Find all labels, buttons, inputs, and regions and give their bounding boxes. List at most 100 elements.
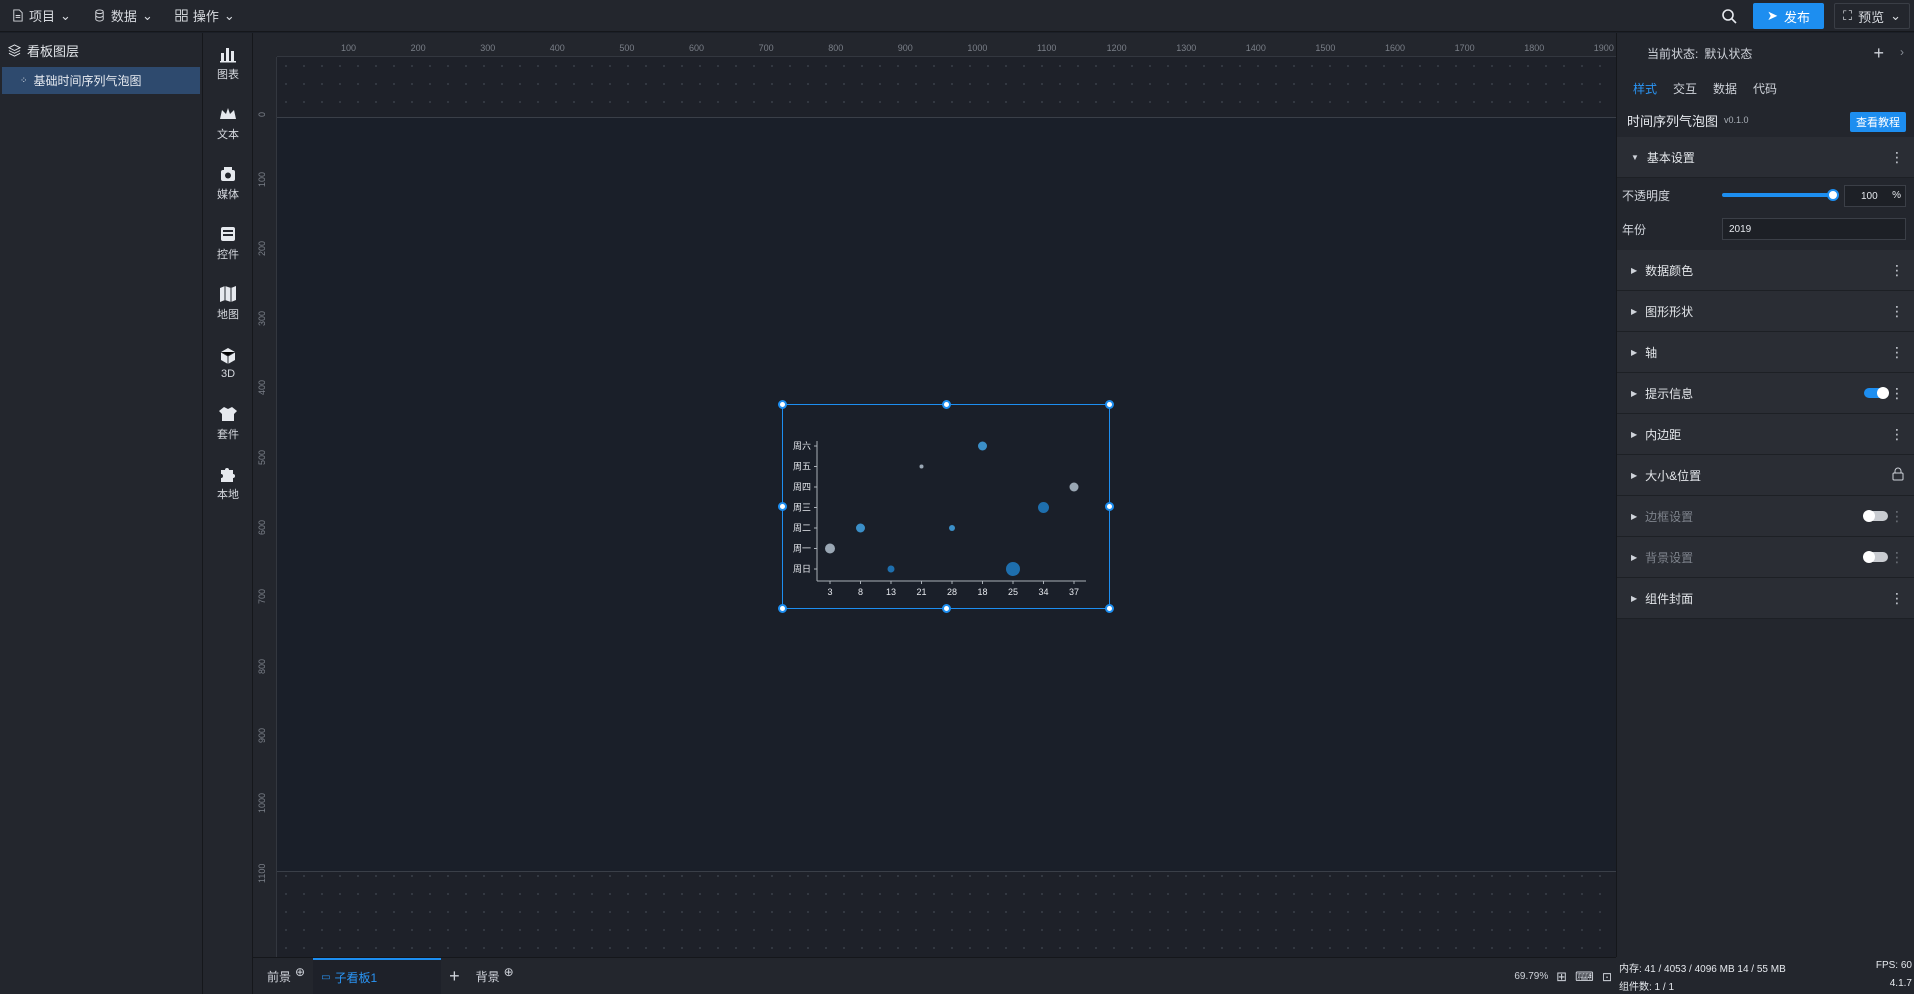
menu-label: 项目	[29, 9, 56, 24]
tutorial-button[interactable]: 查看教程	[1850, 112, 1906, 132]
tab-code[interactable]: 代码	[1753, 80, 1777, 97]
tool-label: 套件	[217, 429, 239, 441]
add-state-icon[interactable]: +	[1873, 43, 1884, 64]
tool-text[interactable]: 文本	[203, 93, 253, 153]
fit-screen-icon[interactable]: ⊞	[1556, 969, 1567, 985]
resize-handle-n[interactable]	[942, 400, 951, 409]
component-toolbar: 图表 文本 媒体 控件 地图 3D 套件 本地	[203, 33, 253, 994]
more-vertical-icon[interactable]: ⋮	[1890, 508, 1904, 525]
tool-local[interactable]: 本地	[203, 453, 253, 513]
slider-handle[interactable]	[1827, 189, 1839, 201]
section-padding[interactable]: ▶ 内边距 ⋮	[1617, 414, 1914, 455]
toggle-knob	[1863, 510, 1875, 522]
ruler-tick-label: 400	[549, 43, 565, 53]
layer-item-bubble-chart[interactable]: ⁘ 基础时间序列气泡图	[2, 67, 200, 94]
x-tick-label: 8	[858, 587, 863, 597]
ruler-tick-label: 1300	[1176, 43, 1197, 53]
ruler-tick-label: 1900	[1593, 43, 1614, 53]
add-board-button[interactable]: +	[441, 958, 468, 994]
plus-circle-icon[interactable]: ⊕	[295, 965, 305, 979]
component-title-row: 时间序列气泡图 v0.1.0 查看教程	[1617, 103, 1914, 137]
y-tick-label: 周日	[793, 564, 811, 574]
resize-handle-se[interactable]	[1105, 604, 1114, 613]
tool-widget[interactable]: 控件	[203, 213, 253, 273]
tool-media[interactable]: 媒体	[203, 153, 253, 213]
more-vertical-icon[interactable]: ⋮	[1890, 549, 1904, 566]
year-input[interactable]: 2019	[1722, 218, 1906, 240]
zoom-level[interactable]: 69.79%	[1514, 971, 1548, 982]
preview-button[interactable]: ⛶ 预览 ⌄	[1833, 3, 1910, 29]
board-icon: ▭	[321, 971, 331, 983]
terminal-icon[interactable]: ⊡	[1602, 970, 1612, 984]
section-size-position[interactable]: ▶ 大小&位置	[1617, 455, 1914, 496]
ruler-tick-label: 1100	[1037, 43, 1057, 53]
resize-handle-e[interactable]	[1105, 502, 1114, 511]
more-vertical-icon[interactable]: ⋮	[1890, 149, 1904, 166]
tab-label: 背景	[475, 969, 500, 984]
tool-map[interactable]: 地图	[203, 273, 253, 333]
tab-sub-board-1[interactable]: ▭ 子看板1	[313, 957, 442, 994]
ruler-tick-label: 100	[257, 171, 267, 187]
lock-icon[interactable]	[1892, 467, 1904, 481]
more-vertical-icon[interactable]: ⋮	[1890, 303, 1904, 320]
tool-label: 图表	[217, 69, 239, 81]
caret-right-icon: ▶	[1631, 306, 1638, 316]
background-toggle[interactable]	[1863, 551, 1888, 563]
section-data-color[interactable]: ▶ 数据颜色 ⋮	[1617, 250, 1914, 291]
component-version: v0.1.0	[1724, 115, 1749, 125]
ruler-tick-label: 0	[257, 111, 267, 117]
year-label: 年份	[1622, 222, 1647, 237]
search-button[interactable]	[1715, 2, 1743, 30]
section-label: 背景设置	[1645, 550, 1694, 565]
section-shape[interactable]: ▶ 图形形状 ⋮	[1617, 291, 1914, 332]
menu-data[interactable]: 数据 ⌄	[82, 0, 164, 32]
tool-suite[interactable]: 套件	[203, 393, 253, 453]
ruler-tick-label: 500	[257, 449, 267, 465]
tab-style[interactable]: 样式	[1633, 80, 1657, 97]
tab-interaction[interactable]: 交互	[1673, 80, 1697, 97]
tool-3d[interactable]: 3D	[203, 333, 253, 393]
file-icon	[13, 9, 23, 22]
property-tabs: 样式 交互 数据 代码	[1617, 73, 1914, 103]
bubble-chart-widget[interactable]: 周日 周一 周二 周三 周四 周五 周六 3 8 13 21 28 18 25 34 37	[778, 400, 1114, 613]
resize-handle-sw[interactable]	[778, 604, 787, 613]
more-vertical-icon[interactable]: ⋮	[1890, 262, 1904, 279]
keyboard-icon[interactable]: ⌨	[1575, 969, 1594, 985]
tab-data[interactable]: 数据	[1713, 80, 1737, 97]
y-tick-label: 周六	[793, 440, 811, 451]
chevron-right-icon[interactable]: ›	[1900, 45, 1904, 59]
menu-operation[interactable]: 操作 ⌄	[164, 0, 246, 32]
resize-handle-w[interactable]	[778, 502, 787, 511]
menu-label: 操作	[192, 9, 219, 24]
tool-label: 本地	[217, 489, 239, 501]
tool-chart[interactable]: 图表	[203, 33, 253, 93]
tab-foreground[interactable]: 前景 ⊕	[259, 958, 313, 994]
section-cover[interactable]: ▶ 组件封面 ⋮	[1617, 578, 1914, 619]
section-label: 内边距	[1645, 427, 1682, 442]
caret-right-icon: ▶	[1631, 470, 1638, 480]
opacity-input[interactable]: 100 %	[1844, 185, 1906, 207]
more-vertical-icon[interactable]: ⋮	[1890, 590, 1904, 607]
opacity-slider[interactable]	[1722, 189, 1839, 201]
more-vertical-icon[interactable]: ⋮	[1890, 385, 1904, 402]
more-vertical-icon[interactable]: ⋮	[1890, 344, 1904, 361]
publish-button[interactable]: ➤ 发布	[1753, 3, 1824, 29]
resize-handle-s[interactable]	[942, 604, 951, 613]
year-row: 年份 2019	[1617, 212, 1914, 246]
section-axis[interactable]: ▶ 轴 ⋮	[1617, 332, 1914, 373]
section-tooltip[interactable]: ▶ 提示信息 ⋮	[1617, 373, 1914, 414]
plus-circle-icon[interactable]: ⊕	[504, 965, 514, 979]
more-vertical-icon[interactable]: ⋮	[1890, 426, 1904, 443]
tab-background[interactable]: 背景 ⊕	[468, 958, 522, 994]
border-toggle[interactable]	[1863, 510, 1888, 522]
resize-handle-nw[interactable]	[778, 400, 787, 409]
resize-handle-ne[interactable]	[1105, 400, 1114, 409]
section-basic-settings[interactable]: ▼ 基本设置 ⋮	[1617, 137, 1914, 178]
section-background[interactable]: ▶ 背景设置 ⋮	[1617, 537, 1914, 578]
state-value[interactable]: 默认状态	[1704, 45, 1752, 62]
ruler-tick-label: 800	[257, 658, 267, 674]
menu-project[interactable]: 项目 ⌄	[0, 0, 82, 32]
layers-title-label: 看板图层	[27, 43, 80, 59]
section-border[interactable]: ▶ 边框设置 ⋮	[1617, 496, 1914, 537]
tooltip-toggle[interactable]	[1864, 387, 1889, 399]
